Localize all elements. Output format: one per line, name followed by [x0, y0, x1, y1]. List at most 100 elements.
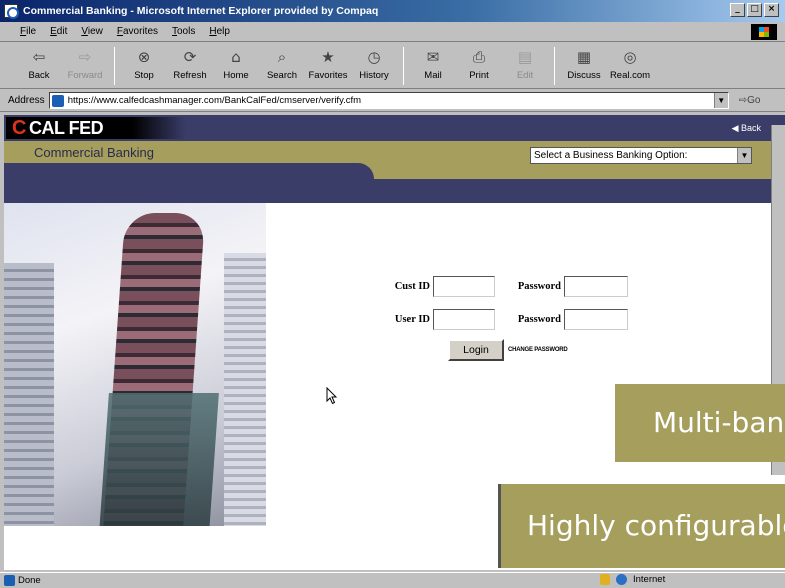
toolbar-button-label: Forward	[67, 70, 103, 81]
close-button[interactable]: ×	[764, 3, 779, 17]
back-arrow-icon: ⇦	[32, 48, 46, 66]
back-link-label: Back	[740, 123, 761, 133]
site-header: C CAL FED ◀ Back	[4, 115, 785, 141]
menu-edit[interactable]: Edit	[50, 26, 67, 37]
globe-icon	[616, 574, 627, 585]
toolbar-button-discuss[interactable]: ▦ Discuss	[561, 47, 607, 81]
decorative-curve	[4, 163, 374, 179]
address-bar: Address https://www.calfedcashmanager.co…	[0, 90, 785, 112]
password-label-2: Password	[517, 313, 561, 325]
toolbar-button-label: Discuss	[567, 70, 601, 81]
maximize-button[interactable]: □	[747, 3, 762, 17]
toolbar-button-favorites[interactable]: ★ Favorites	[305, 47, 351, 81]
password-input-1[interactable]	[564, 275, 628, 297]
change-password-link[interactable]: CHANGE PASSWORD	[508, 347, 568, 353]
menu-bar: File Edit View Favorites Tools Help	[0, 22, 785, 42]
toolbar-button-label: Edit	[516, 70, 534, 81]
business-banking-select[interactable]: Select a Business Banking Option: ▼	[530, 147, 752, 164]
zone-text: Internet	[633, 574, 666, 585]
toolbar-separator	[114, 47, 115, 85]
toolbar-button-label: Refresh	[173, 70, 207, 81]
ie-app-icon	[4, 4, 19, 19]
window-titlebar[interactable]: Commercial Banking - Microsoft Internet …	[0, 0, 785, 22]
security-zone: Internet	[600, 574, 665, 585]
address-url: https://www.calfedcashmanager.com/BankCa…	[67, 95, 362, 106]
browser-toolbar: ⇦ Back ⇨ Forward ⊗ Stop ⟳ Refresh ⌂ Home ⌕ Search ★ F…	[0, 43, 785, 89]
history-icon: ◷	[367, 48, 381, 66]
calfed-logo[interactable]: C CAL FED	[6, 117, 186, 139]
forward-arrow-icon: ⇨	[78, 48, 92, 66]
select-value: Select a Business Banking Option:	[534, 150, 688, 161]
print-icon: ⎙	[472, 48, 485, 66]
window-controls: _ □ ×	[730, 3, 779, 17]
toolbar-button-refresh[interactable]: ⟳ Refresh	[167, 47, 213, 81]
go-button[interactable]: ⇨Go	[739, 95, 761, 106]
toolbar-button-label: Real.com	[609, 70, 651, 81]
background-tower-left	[4, 263, 54, 526]
login-row-cust: Cust ID Password	[384, 273, 628, 299]
back-link[interactable]: ◀ Back	[732, 123, 761, 134]
password-input-2[interactable]	[564, 308, 628, 330]
toolbar-button-stop[interactable]: ⊗ Stop	[121, 47, 167, 81]
tower-glass	[99, 393, 219, 526]
edit-icon: ▤	[517, 48, 533, 66]
background-tower-right	[224, 253, 266, 526]
login-actions: Login CHANGE PASSWORD	[448, 339, 568, 361]
menu-help[interactable]: Help	[209, 26, 230, 37]
toolbar-button-label: Home	[223, 70, 249, 81]
toolbar-separator	[403, 47, 404, 85]
toolbar-button-forward[interactable]: ⇨ Forward	[62, 47, 108, 81]
toolbar-button-label: Mail	[424, 70, 442, 81]
windows-logo-icon	[751, 24, 777, 40]
user-id-label: User ID	[394, 313, 430, 325]
toolbar-button-back[interactable]: ⇦ Back	[16, 47, 62, 81]
toolbar-button-label: Search	[266, 70, 298, 81]
menu-tools[interactable]: Tools	[172, 26, 195, 37]
status-done: Done	[4, 575, 41, 586]
building-photo	[4, 203, 266, 526]
window-title: Commercial Banking - Microsoft Internet …	[23, 5, 379, 17]
toolbar-button-mail[interactable]: ✉ Mail	[410, 47, 456, 81]
login-button[interactable]: Login	[448, 339, 504, 361]
cust-id-input[interactable]	[433, 275, 495, 297]
toolbar-button-label: Back	[28, 70, 50, 81]
realcom-icon: ◎	[623, 48, 637, 66]
discuss-icon: ▦	[576, 48, 592, 66]
favorites-icon: ★	[321, 48, 335, 66]
stop-icon: ⊗	[137, 48, 151, 66]
site-subtitle: Commercial Banking	[34, 145, 154, 160]
toolbar-button-label: Print	[469, 70, 489, 81]
toolbar-button-label: History	[359, 70, 389, 81]
logo-text: CAL FED	[28, 117, 104, 138]
menu-view[interactable]: View	[81, 26, 103, 37]
go-label: Go	[747, 95, 761, 106]
page-icon	[51, 94, 64, 107]
chevron-down-icon[interactable]: ▼	[713, 93, 728, 108]
site-subheader-band: Commercial Banking Select a Business Ban…	[4, 141, 785, 179]
mail-icon: ✉	[426, 48, 440, 66]
toolbar-button-realcom[interactable]: ◎ Real.com	[607, 47, 653, 81]
address-label: Address	[8, 95, 45, 106]
callout-highly-configurable: Highly configurable	[498, 484, 785, 568]
menu-favorites[interactable]: Favorites	[117, 26, 158, 37]
minimize-button[interactable]: _	[730, 3, 745, 17]
toolbar-button-label: Stop	[134, 70, 154, 81]
user-id-input[interactable]	[433, 308, 495, 330]
toolbar-button-history[interactable]: ◷ History	[351, 47, 397, 81]
toolbar-button-print[interactable]: ⎙ Print	[456, 47, 502, 81]
menu-file[interactable]: File	[20, 26, 36, 37]
toolbar-button-home[interactable]: ⌂ Home	[213, 47, 259, 81]
password-label-1: Password	[517, 280, 561, 292]
chevron-down-icon[interactable]: ▼	[737, 148, 751, 163]
lock-icon	[600, 574, 610, 585]
mouse-cursor-icon	[326, 387, 338, 405]
cust-id-label: Cust ID	[394, 280, 430, 292]
address-input[interactable]: https://www.calfedcashmanager.com/BankCa…	[48, 92, 729, 109]
search-icon: ⌕	[277, 48, 287, 66]
toolbar-button-search[interactable]: ⌕ Search	[259, 47, 305, 81]
toolbar-button-edit[interactable]: ▤ Edit	[502, 47, 548, 81]
login-form: Cust ID Password User ID Password	[384, 273, 628, 339]
page-done-icon	[4, 575, 15, 586]
calfed-c-icon: C	[12, 116, 26, 139]
refresh-icon: ⟳	[183, 48, 197, 66]
